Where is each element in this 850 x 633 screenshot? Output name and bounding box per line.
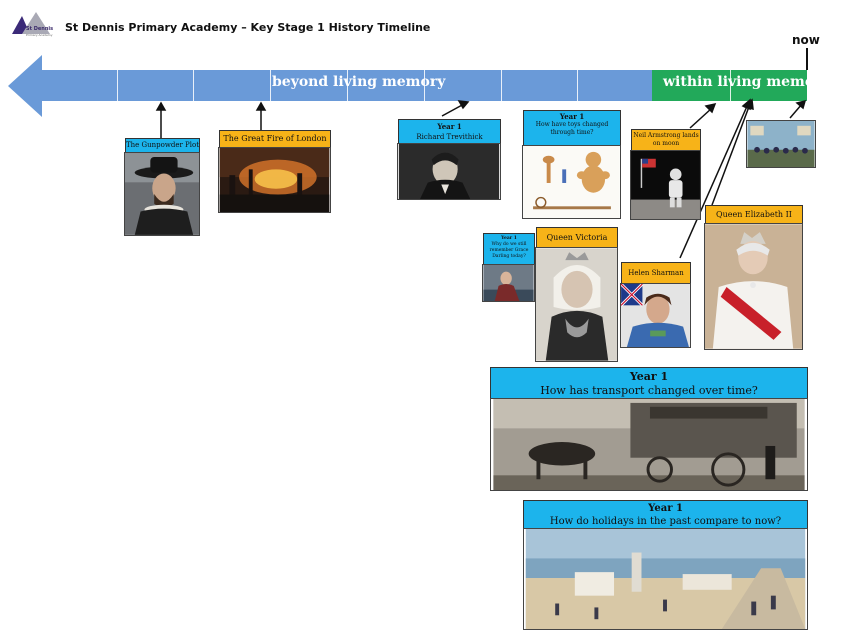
grace-darling-painting: [482, 264, 535, 302]
great-fire-painting: [218, 147, 331, 213]
timeline-arrowhead: [8, 55, 42, 117]
toys-title: How have toys changed through time?: [535, 121, 609, 136]
moon-landing-photo: [630, 150, 701, 220]
holidays-caption: Year 1 How do holidays in the past compa…: [523, 500, 808, 529]
trevithick-portrait: [397, 143, 501, 200]
queen-elizabeth-portrait: [704, 223, 803, 350]
timeline-recent-label: within living memory: [663, 74, 830, 90]
queen-victoria-portrait: [535, 247, 618, 362]
holidays-title: How do holidays in the past compare to n…: [549, 516, 782, 527]
page-title: St Dennis Primary Academy – Key Stage 1 …: [65, 21, 431, 34]
toys-year: Year 1: [559, 112, 585, 121]
now-tick: [806, 48, 808, 70]
guy-fawkes-photo: [124, 152, 200, 236]
armstrong-caption: Neil Armstrong lands on moon: [631, 129, 701, 151]
trevithick-title: Richard Trevithick: [416, 133, 483, 141]
timeline-divider: [193, 70, 194, 101]
timeline-divider: [577, 70, 578, 101]
logo-sub: Primary Academy: [26, 33, 53, 37]
timeline-past-label: beyond living memory: [272, 74, 446, 90]
victoria-caption: Queen Victoria: [536, 227, 618, 248]
holidays-year: Year 1: [648, 503, 683, 514]
seaside-postcard: [523, 528, 808, 630]
class-photo: [746, 120, 816, 168]
elizabeth-caption: Queen Elizabeth II: [705, 205, 803, 224]
darling-caption: Year 1 Why do we still remember Grace Da…: [483, 233, 535, 265]
gunpowder-plot-caption: The Gunpowder Plot: [125, 138, 200, 153]
toys-caption: Year 1 How have toys changed through tim…: [523, 110, 621, 146]
transport-year: Year 1: [629, 370, 669, 383]
logo-name: St Dennis: [26, 26, 54, 32]
darling-title: Why do we still remember Grace Darling t…: [489, 242, 529, 259]
timeline-divider: [270, 70, 271, 101]
helen-sharman-photo: [620, 283, 691, 348]
timeline-divider: [117, 70, 118, 101]
transport-title: How has transport changed over time?: [540, 384, 758, 397]
trevithick-caption: Year 1 Richard Trevithick: [398, 119, 501, 144]
great-fire-caption: The Great Fire of London: [219, 130, 331, 148]
horse-drawn-carriage-photo: [490, 398, 808, 491]
now-label: now: [792, 33, 820, 47]
transport-caption: Year 1 How has transport changed over ti…: [490, 367, 808, 399]
trevithick-year: Year 1: [437, 122, 462, 131]
sharman-caption: Helen Sharman: [621, 262, 691, 284]
timeline-divider: [501, 70, 502, 101]
old-toys-photo: [522, 145, 621, 219]
